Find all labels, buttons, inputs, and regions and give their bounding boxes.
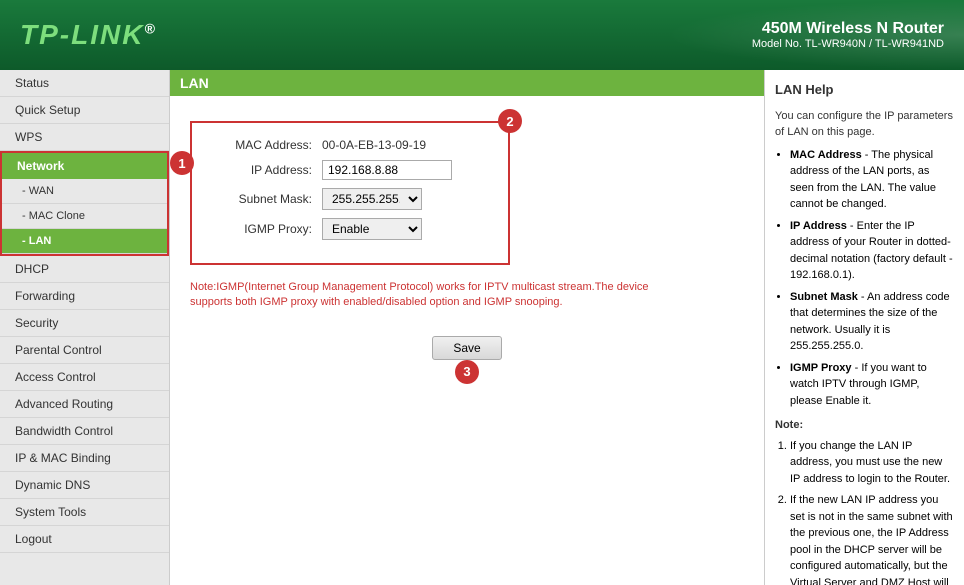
help-item-igmp: IGMP Proxy - If you want to watch IPTV t… <box>790 360 954 410</box>
sidebar-item-logout[interactable]: Logout <box>0 526 169 553</box>
help-note-label: Note: <box>775 417 954 434</box>
product-info: 450M Wireless N Router Model No. TL-WR94… <box>752 20 944 50</box>
help-title: LAN Help <box>775 80 954 100</box>
mac-address-label: MAC Address: <box>212 138 322 152</box>
sidebar-item-access-control[interactable]: Access Control <box>0 364 169 391</box>
form-area-wrapper: MAC Address: 00-0A-EB-13-09-19 IP Addres… <box>190 121 510 275</box>
page-title: LAN <box>170 70 764 96</box>
sidebar-item-system-tools[interactable]: System Tools <box>0 499 169 526</box>
model-number: Model No. TL-WR940N / TL-WR941ND <box>752 38 944 50</box>
sidebar-item-lan[interactable]: - LAN <box>2 229 167 254</box>
ip-address-row: IP Address: <box>212 160 488 180</box>
save-area: Save 3 <box>190 326 744 370</box>
main-layout: Status Quick Setup WPS Network - WAN - M… <box>0 70 964 585</box>
sidebar-item-security[interactable]: Security <box>0 310 169 337</box>
subnet-mask-select[interactable]: 255.255.255.0 <box>322 188 422 210</box>
help-note-1: If you change the LAN IP address, you mu… <box>790 438 954 488</box>
sidebar-item-quick-setup[interactable]: Quick Setup <box>0 97 169 124</box>
content-inner: 1 MAC Address: 00-0A-EB-13-09-19 IP Addr… <box>170 111 764 380</box>
help-item-ip: IP Address - Enter the IP address of you… <box>790 218 954 284</box>
annotation-circle-1: 1 <box>170 151 194 175</box>
annotation-circle-2: 2 <box>498 109 522 133</box>
help-term-ip: IP Address <box>790 220 847 232</box>
help-list: MAC Address - The physical address of th… <box>790 147 954 410</box>
sidebar-item-mac-clone[interactable]: - MAC Clone <box>2 204 167 229</box>
save-button-wrapper: Save 3 <box>432 326 501 370</box>
help-panel: LAN Help You can configure the IP parame… <box>764 70 964 585</box>
content-area: LAN 1 MAC Address: 00-0A-EB-13-09-19 IP … <box>170 70 764 585</box>
sidebar-item-network[interactable]: Network <box>2 153 167 179</box>
ip-address-input[interactable] <box>322 160 452 180</box>
help-intro: You can configure the IP parameters of L… <box>775 108 954 141</box>
sidebar-item-bandwidth-control[interactable]: Bandwidth Control <box>0 418 169 445</box>
mac-address-value: 00-0A-EB-13-09-19 <box>322 138 426 152</box>
lan-form: MAC Address: 00-0A-EB-13-09-19 IP Addres… <box>190 121 510 265</box>
help-term-mac: MAC Address <box>790 149 862 161</box>
igmp-proxy-select[interactable]: Enable Disable <box>322 218 422 240</box>
sidebar-item-wps[interactable]: WPS <box>0 124 169 151</box>
help-term-subnet: Subnet Mask <box>790 291 858 303</box>
ip-address-label: IP Address: <box>212 163 322 177</box>
network-group: Network - WAN - MAC Clone - LAN <box>0 151 169 256</box>
annotation-1-wrapper: 1 MAC Address: 00-0A-EB-13-09-19 IP Addr… <box>190 121 510 275</box>
save-button[interactable]: Save <box>432 336 501 360</box>
help-note-2: If the new LAN IP address you set is not… <box>790 492 954 585</box>
subnet-mask-label: Subnet Mask: <box>212 192 322 206</box>
annotation-circle-3: 3 <box>455 360 479 384</box>
help-item-subnet: Subnet Mask - An address code that deter… <box>790 289 954 355</box>
header: TP-LINK® 450M Wireless N Router Model No… <box>0 0 964 70</box>
sidebar-item-status[interactable]: Status <box>0 70 169 97</box>
sidebar-item-dhcp[interactable]: DHCP <box>0 256 169 283</box>
logo-registered: ® <box>144 21 156 37</box>
igmp-proxy-label: IGMP Proxy: <box>212 222 322 236</box>
sidebar-item-advanced-routing[interactable]: Advanced Routing <box>0 391 169 418</box>
sidebar-item-forwarding[interactable]: Forwarding <box>0 283 169 310</box>
sidebar-item-wan[interactable]: - WAN <box>2 179 167 204</box>
logo-text: TP-LINK <box>20 19 144 50</box>
mac-address-row: MAC Address: 00-0A-EB-13-09-19 <box>212 138 488 152</box>
igmp-note: Note:IGMP(Internet Group Management Prot… <box>190 280 670 311</box>
help-notes-list: If you change the LAN IP address, you mu… <box>790 438 954 585</box>
subnet-mask-row: Subnet Mask: 255.255.255.0 <box>212 188 488 210</box>
product-name: 450M Wireless N Router <box>752 20 944 38</box>
sidebar-item-ip-mac-binding[interactable]: IP & MAC Binding <box>0 445 169 472</box>
sidebar-item-parental-control[interactable]: Parental Control <box>0 337 169 364</box>
sidebar: Status Quick Setup WPS Network - WAN - M… <box>0 70 170 585</box>
help-term-igmp: IGMP Proxy <box>790 362 852 374</box>
logo: TP-LINK® <box>20 19 157 51</box>
sidebar-item-dynamic-dns[interactable]: Dynamic DNS <box>0 472 169 499</box>
igmp-proxy-row: IGMP Proxy: Enable Disable <box>212 218 488 240</box>
help-item-mac: MAC Address - The physical address of th… <box>790 147 954 213</box>
